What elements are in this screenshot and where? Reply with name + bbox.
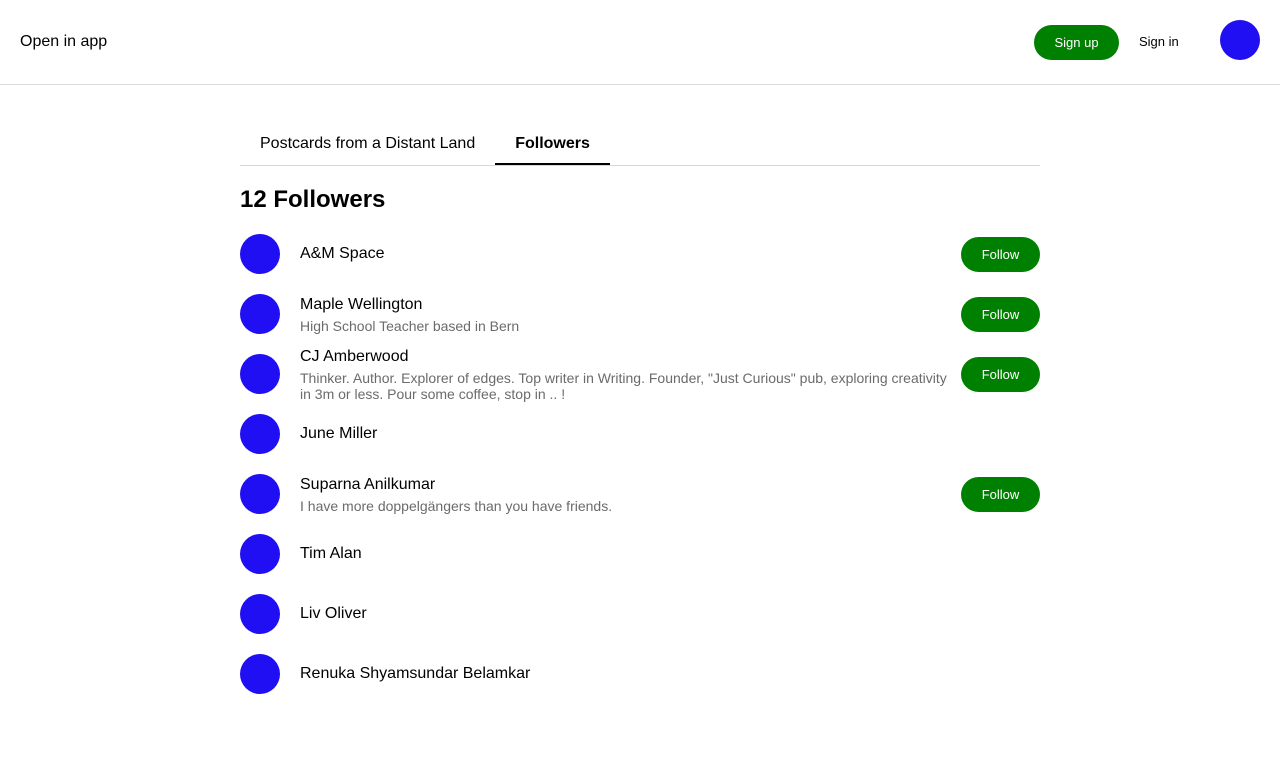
tab-followers[interactable]: Followers <box>495 125 610 165</box>
follower-row: June Miller <box>240 414 1040 454</box>
follower-name[interactable]: Maple Wellington <box>300 295 950 315</box>
follower-bio: High School Teacher based in Bern <box>300 317 520 334</box>
sign-in-link[interactable]: Sign in <box>1139 34 1179 50</box>
follower-info: Liv Oliver <box>300 604 950 624</box>
follower-avatar-icon[interactable] <box>240 534 280 574</box>
tab-bar: Postcards from a Distant Land Followers <box>240 125 1040 166</box>
follower-row: Renuka Shyamsundar Belamkar <box>240 654 1040 694</box>
follower-name[interactable]: June Miller <box>300 424 950 444</box>
follower-name[interactable]: Renuka Shyamsundar Belamkar <box>300 664 950 684</box>
user-avatar-icon[interactable] <box>1220 20 1260 60</box>
follower-row: Suparna Anilkumar I have more doppelgäng… <box>240 474 1040 514</box>
follower-name[interactable]: A&M Space <box>300 244 950 264</box>
follower-row: Liv Oliver <box>240 594 1040 634</box>
follower-avatar-icon[interactable] <box>240 474 280 514</box>
follower-info: Maple Wellington High School Teacher bas… <box>300 295 950 334</box>
follower-row: Tim Alan <box>240 534 1040 574</box>
open-in-app-link[interactable]: Open in app <box>20 32 107 51</box>
follow-button[interactable]: Follow <box>961 296 1040 332</box>
followers-list: A&M Space Follow Maple Wellington High S… <box>240 234 1040 694</box>
follower-row: A&M Space Follow <box>240 234 1040 274</box>
follower-info: Renuka Shyamsundar Belamkar <box>300 664 950 684</box>
follower-avatar-icon[interactable] <box>240 354 280 394</box>
follower-info: Tim Alan <box>300 544 950 564</box>
main-content: Postcards from a Distant Land Followers … <box>240 125 1040 694</box>
follower-info: Suparna Anilkumar I have more doppelgäng… <box>300 475 950 514</box>
follow-button[interactable]: Follow <box>961 356 1040 392</box>
follow-button[interactable]: Follow <box>961 236 1040 272</box>
follower-avatar-icon[interactable] <box>240 294 280 334</box>
follower-avatar-icon[interactable] <box>240 414 280 454</box>
follower-avatar-icon[interactable] <box>240 594 280 634</box>
follower-row: Maple Wellington High School Teacher bas… <box>240 294 1040 334</box>
follower-name[interactable]: Liv Oliver <box>300 604 950 624</box>
follower-info: June Miller <box>300 424 950 444</box>
sign-up-button[interactable]: Sign up <box>1034 25 1119 60</box>
follower-info: CJ Amberwood Thinker. Author. Explorer o… <box>300 347 950 402</box>
follow-button[interactable]: Follow <box>961 476 1040 512</box>
follower-bio: Thinker. Author. Explorer of edges. Top … <box>300 369 947 402</box>
followers-count-title: 12 Followers <box>240 186 386 213</box>
follower-name[interactable]: Tim Alan <box>300 544 950 564</box>
follower-info: A&M Space <box>300 244 950 264</box>
follower-avatar-icon[interactable] <box>240 234 280 274</box>
follower-bio: I have more doppelgängers than you have … <box>300 497 613 514</box>
follower-name[interactable]: CJ Amberwood <box>300 347 950 367</box>
follower-row: CJ Amberwood Thinker. Author. Explorer o… <box>240 347 1040 402</box>
follower-name[interactable]: Suparna Anilkumar <box>300 475 950 495</box>
tab-publication[interactable]: Postcards from a Distant Land <box>240 125 495 165</box>
top-bar: Open in app Sign up Sign in <box>0 0 1280 85</box>
follower-avatar-icon[interactable] <box>240 654 280 694</box>
